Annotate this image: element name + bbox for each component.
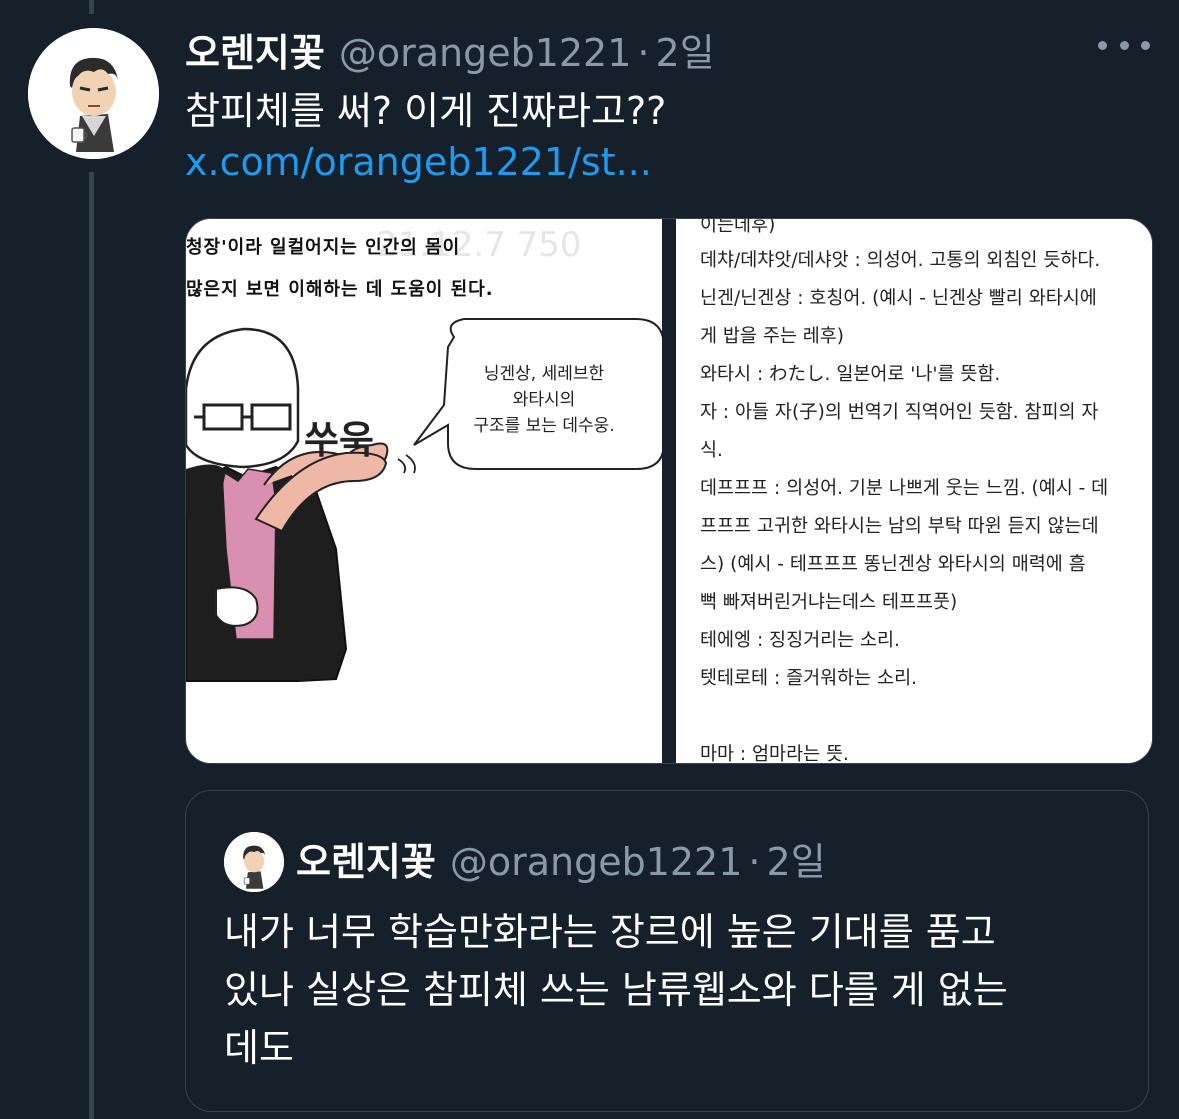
quoted-display-name[interactable]: 오렌지꽃	[296, 831, 436, 886]
tweet-text: 참피체를 써? 이게 진짜라고??	[185, 89, 667, 133]
quoted-text-line: 데도	[224, 1026, 294, 1070]
glossary-line: 뻑 빠져버린거냐는데스 테프프풋)	[700, 592, 958, 613]
glossary-line: 식.	[700, 440, 723, 461]
avatar-illustration	[28, 28, 159, 159]
glossary-line: 마마 : 엄마라는 뜻.	[700, 744, 849, 763]
quoted-text: 내가 너무 학습만화라는 장르에 높은 기대를 품고 있나 실상은 참피체 쓰는…	[224, 903, 1124, 1077]
glossary-line: 테에엥 : 징징거리는 소리.	[700, 630, 900, 651]
speech-bubble-line: 와타시의	[512, 390, 576, 410]
glossary-line: 이는데후)	[700, 219, 776, 236]
glossary-line: 닌겐/닌겐상 : 호칭어. (예시 - 닌겐상 빨리 와타시에	[700, 288, 1097, 309]
quoted-timestamp[interactable]: 2일	[767, 831, 826, 886]
avatar-illustration	[224, 832, 284, 892]
glossary-line: 스) (예시 - 테프프프 똥닌겐상 와타시의 매력에 흠	[700, 554, 1086, 575]
comic-sfx: 쑤욱	[304, 418, 374, 462]
tweet-header: 오렌지꽃 @orangeb1221 · 2일	[185, 22, 715, 75]
quoted-tweet[interactable]: 오렌지꽃 @orangeb1221 · 2일 내가 너무 학습만화라는 장르에 …	[185, 790, 1149, 1112]
thread-line-top	[89, 0, 94, 14]
glossary-line: 데챠/데챠앗/데샤앗 : 의성어. 고통의 외침인 듯하다.	[700, 250, 1101, 271]
thread-line	[89, 172, 94, 1119]
tweet-link[interactable]: x.com/orangeb1221/st...	[185, 140, 652, 184]
separator-dot: ·	[748, 840, 761, 884]
tweet-media[interactable]: 21.12.7 750 청장'이라 일컬어지는 인간의 몸이 많은지 보면 이해…	[185, 218, 1153, 764]
media-image-glossary[interactable]: 이는데후) 데챠/데챠앗/데샤앗 : 의성어. 고통의 외침인 듯하다. 닌겐/…	[676, 219, 1152, 763]
quoted-header: 오렌지꽃 @orangeb1221 · 2일	[296, 831, 826, 886]
speech-bubble-line: 구조를 보는 데수웅.	[473, 416, 615, 436]
more-dot	[1098, 40, 1107, 50]
quoted-text-line: 내가 너무 학습만화라는 장르에 높은 기대를 품고	[224, 910, 996, 954]
more-options-icon[interactable]	[1098, 30, 1150, 60]
speech-bubble-line: 닝겐상, 세레브한	[483, 364, 605, 384]
comic-illustration	[186, 318, 662, 682]
display-name[interactable]: 오렌지꽃	[185, 22, 325, 77]
more-dot	[1119, 40, 1129, 50]
separator-dot: ·	[637, 31, 650, 75]
quoted-user-handle[interactable]: @orangeb1221	[450, 840, 743, 884]
quoted-avatar[interactable]	[224, 832, 284, 892]
media-divider	[662, 219, 676, 763]
glossary-line: 데프프프 : 의성어. 기분 나쁘게 웃는 느낌. (예시 - 데	[700, 478, 1109, 499]
avatar[interactable]	[28, 28, 159, 159]
glossary-line: 텟테로테 : 즐거워하는 소리.	[700, 668, 917, 689]
glossary-line: 자 : 아들 자(子)의 번역기 직역어인 듯함. 참피의 자	[700, 402, 1099, 423]
glossary-line: 와타시 : わたし. 일본어로 '나'를 뜻함.	[700, 364, 1001, 385]
timestamp[interactable]: 2일	[656, 22, 715, 77]
user-handle[interactable]: @orangeb1221	[339, 31, 632, 75]
media-image-comic[interactable]: 21.12.7 750 청장'이라 일컬어지는 인간의 몸이 많은지 보면 이해…	[186, 219, 662, 763]
glossary-line: 게 밥을 주는 레후)	[700, 326, 844, 347]
glossary-line: 프프프 고귀한 와타시는 남의 부탁 따윈 듣지 않는데	[700, 516, 1099, 537]
more-dot	[1141, 40, 1150, 50]
quoted-text-line: 있나 실상은 참피체 쓰는 남류웹소와 다를 게 없는	[224, 968, 1008, 1012]
